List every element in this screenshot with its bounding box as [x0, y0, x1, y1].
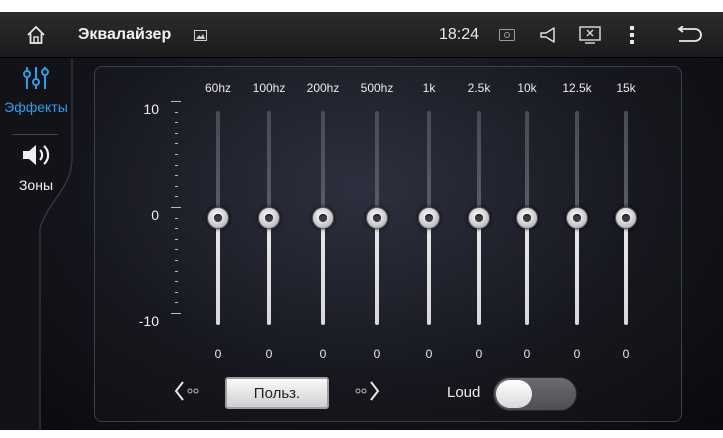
- band-slider-knob[interactable]: [566, 207, 588, 229]
- band-value-label: 0: [214, 347, 222, 361]
- band-value-label: 0: [475, 347, 483, 361]
- band-slider-knob[interactable]: [312, 207, 334, 229]
- clock: 18:24: [439, 26, 480, 43]
- loud-toggle-knob[interactable]: [496, 380, 532, 408]
- equalizer-sliders-icon: [23, 67, 49, 89]
- band-value-label: 0: [373, 347, 381, 361]
- scale-ticks: [171, 101, 185, 327]
- band-slider-knob[interactable]: [366, 207, 388, 229]
- band-value-label: 0: [622, 347, 630, 361]
- sidebar-item-label: Зоны: [18, 177, 54, 193]
- scale-tick: [171, 313, 181, 314]
- bottom-strip: [0, 430, 723, 438]
- main-area: Эффекты Зоны 10 0 -10 60hz 0 100hz 0 200hz 0 5…: [0, 58, 723, 430]
- equalizer-screen: Эквалайзер 18:24 Эффекты Зоны 10 0 -10 6…: [0, 0, 723, 438]
- band-frequency-label: 100hz: [252, 81, 286, 95]
- home-icon: [27, 25, 45, 44]
- previous-preset-button[interactable]: [173, 375, 213, 407]
- equalizer-panel: 10 0 -10 60hz 0 100hz 0 200hz 0 500hz 0 1k 0 2.5k 0…: [94, 66, 682, 422]
- scale-tick: [175, 154, 178, 155]
- scale-tick: [175, 270, 178, 272]
- scale-min-label: -10: [138, 313, 159, 329]
- scale-tick: [175, 111, 178, 113]
- band-frequency-label: 15k: [616, 81, 636, 95]
- band-frequency-label: 500hz: [360, 81, 394, 95]
- scale-tick: [175, 217, 178, 219]
- band-slider-knob[interactable]: [516, 207, 538, 229]
- sidebar: Эффекты Зоны: [0, 58, 73, 430]
- sidebar-item-effects[interactable]: Эффекты: [0, 64, 72, 130]
- page-title: Эквалайзер: [78, 26, 172, 43]
- volume-icon[interactable]: [537, 12, 559, 58]
- scale-tick: [175, 281, 178, 283]
- band-frequency-label: 12.5k: [562, 81, 592, 95]
- scale-tick: [175, 249, 178, 251]
- band-frequency-label: 2.5k: [467, 81, 491, 95]
- sidebar-divider: [12, 134, 58, 135]
- scale-tick: [175, 122, 178, 124]
- next-preset-button[interactable]: [353, 375, 393, 407]
- band-slider-knob[interactable]: [207, 207, 229, 229]
- scale-tick: [175, 175, 178, 177]
- band-slider-knob[interactable]: [615, 207, 637, 229]
- preset-button[interactable]: Польз.: [225, 377, 329, 409]
- sidebar-item-label: Эффекты: [4, 99, 68, 115]
- scale-tick: [175, 302, 178, 304]
- loud-label: Loud: [447, 384, 481, 401]
- cast-icon: [497, 12, 517, 58]
- band-slider-knob[interactable]: [258, 207, 280, 229]
- sidebar-item-zones[interactable]: Зоны: [0, 142, 72, 208]
- loud-toggle[interactable]: [493, 377, 577, 411]
- chevron-right-icon: [355, 381, 380, 401]
- band-frequency-label: 10k: [517, 81, 537, 95]
- scale-mid-label: 0: [151, 207, 159, 223]
- band-slider-knob[interactable]: [468, 207, 490, 229]
- speaker-icon: [23, 145, 50, 165]
- scale-max-label: 10: [143, 101, 159, 117]
- band-frequency-label: 1k: [422, 81, 436, 95]
- back-icon[interactable]: [672, 12, 706, 58]
- scale-tick: [175, 238, 178, 240]
- scale-tick: [175, 228, 178, 230]
- band-value-label: 0: [319, 347, 327, 361]
- scale-tick: [175, 164, 178, 166]
- band-value-label: 0: [265, 347, 273, 361]
- band-frequency-label: 60hz: [204, 81, 232, 95]
- scale-tick: [171, 101, 181, 102]
- scale-tick: [175, 185, 178, 187]
- chevron-left-icon: [174, 381, 199, 401]
- band-frequency-label: 200hz: [306, 81, 340, 95]
- scale-tick: [171, 207, 181, 208]
- band-value-label: 0: [425, 347, 433, 361]
- scale-tick: [175, 291, 178, 293]
- screen-close-icon[interactable]: [578, 12, 602, 58]
- scale-tick: [175, 132, 178, 134]
- gallery-icon: [192, 12, 208, 58]
- menu-dots-icon[interactable]: [624, 12, 640, 58]
- scale-tick: [175, 143, 178, 145]
- band-slider-knob[interactable]: [418, 207, 440, 229]
- band-value-label: 0: [523, 347, 531, 361]
- scale-tick: [175, 260, 178, 261]
- status-bar: Эквалайзер 18:24: [0, 12, 723, 58]
- home-button[interactable]: [18, 12, 54, 58]
- scale-tick: [175, 196, 178, 198]
- band-value-label: 0: [573, 347, 581, 361]
